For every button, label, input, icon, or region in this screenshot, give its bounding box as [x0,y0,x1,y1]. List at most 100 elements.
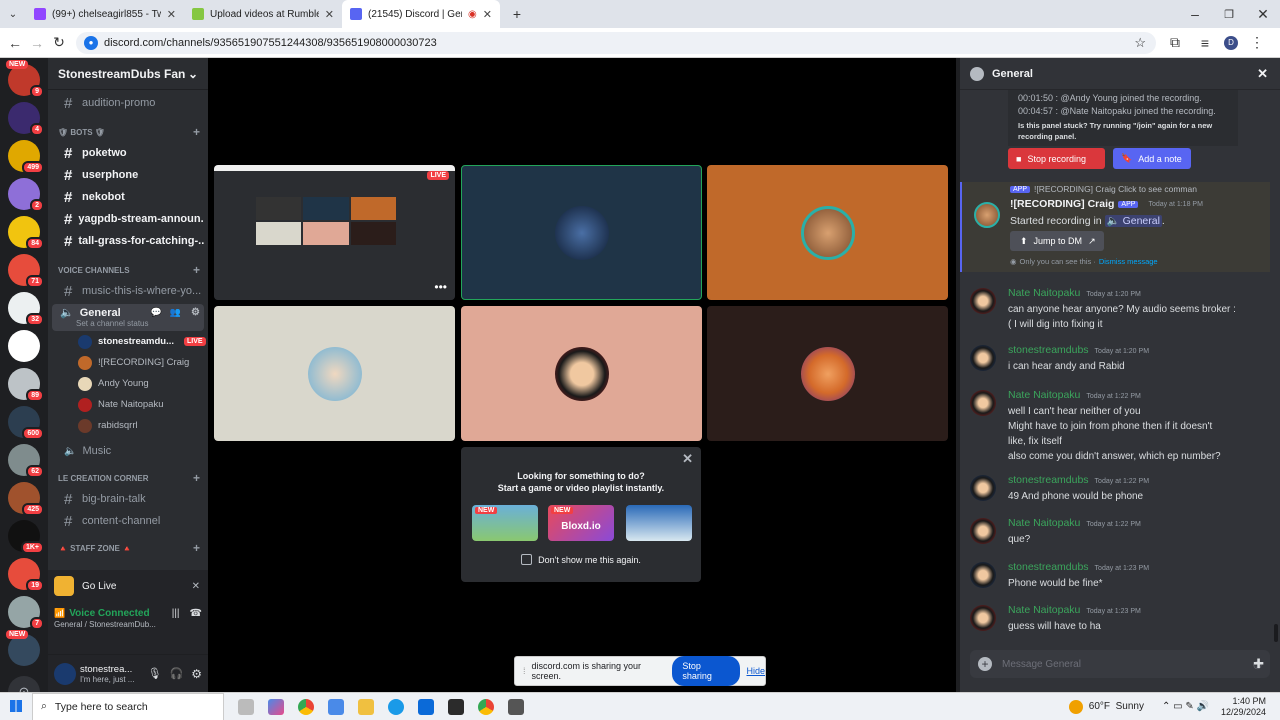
server-icon[interactable]: 499 [8,140,44,174]
store-icon[interactable] [328,698,344,715]
avatar[interactable] [970,562,996,588]
apps-icon[interactable]: ✚ [1253,656,1264,672]
avatar[interactable] [970,288,996,314]
edge-icon[interactable] [388,698,404,715]
forward-icon[interactable]: → [26,35,48,51]
participant-tile[interactable] [707,165,948,300]
media-icon[interactable]: ≡ [1194,35,1216,51]
task-view-icon[interactable] [238,698,254,715]
voice-channel-general[interactable]: 🔈 General 💬 👥 ⚙ Set a channel status [52,304,204,331]
hide-button[interactable]: Hide [746,666,765,676]
server-icon[interactable]: 62 [8,444,44,478]
extensions-icon[interactable]: ⧉ [1164,34,1186,51]
windows-start-icon[interactable] [10,700,22,712]
server-icon[interactable] [8,330,40,362]
maximize-icon[interactable]: ❐ [1212,8,1246,21]
voice-user[interactable]: ![RECORDING] Craig [48,352,208,373]
activity-card-bloxd[interactable]: NEW Bloxd.io [548,505,614,541]
url-field[interactable]: ● discord.com/channels/93565190755124430… [76,31,1156,54]
server-icon[interactable]: 19 [8,558,44,592]
channel-tall-grass[interactable]: # tall-grass-for-catching-... [52,230,204,252]
channel-music-text[interactable]: # music-this-is-where-yo... [52,280,204,302]
reply-line[interactable]: APP ![RECORDING] Craig Click to see comm… [1010,184,1197,194]
voice-user[interactable]: rabidsqrrl [48,415,208,436]
author-name[interactable]: stonestreamdubs [1008,561,1089,573]
chrome-icon[interactable] [478,698,494,715]
invite-icon[interactable]: 👥 [170,307,181,318]
avatar[interactable] [970,345,996,371]
server-icon[interactable]: 425 [8,482,44,516]
disconnect-icon[interactable]: ☎ [190,608,202,619]
new-tab-icon[interactable]: + [506,6,528,22]
author-name[interactable]: Nate Naitopaku [1008,389,1080,401]
chrome-icon[interactable] [298,698,314,715]
close-icon[interactable]: ✕ [483,8,492,21]
channel-mention[interactable]: 🔈 General [1104,215,1162,227]
tray-icons[interactable]: ⌃ ▭ ✎ 🔊 [1162,701,1209,712]
voice-channel-music[interactable]: 🔈 Music [52,440,204,462]
gear-icon[interactable]: ⚙ [191,667,202,681]
taskbar-search[interactable]: ⌕ Type here to search [32,692,224,720]
minimize-icon[interactable]: – [1178,6,1212,22]
add-attachment-icon[interactable]: + [978,657,992,671]
participant-tile[interactable] [214,306,455,441]
dismiss-link[interactable]: Dismiss message [1099,257,1158,266]
clock[interactable]: 1:40 PM 12/29/2024 [1221,696,1266,718]
voice-user[interactable]: Nate Naitopaku [48,394,208,415]
copilot-icon[interactable] [268,698,284,715]
avatar[interactable] [54,662,76,685]
server-icon[interactable]: 71 [8,254,44,288]
category-creation[interactable]: LE CREATION CORNER + [48,468,208,488]
activity-card[interactable] [626,505,692,541]
server-header[interactable]: StonestreamDubs Fan Di... ⌄ [48,58,208,90]
discover-icon[interactable]: ⊙ [8,676,40,692]
add-channel-icon[interactable]: + [193,263,200,277]
server-icon[interactable]: 7 [8,596,44,630]
back-icon[interactable]: ← [4,35,26,51]
author-name[interactable]: ![RECORDING] Craig [1010,198,1114,210]
author-name[interactable]: Nate Naitopaku [1008,604,1080,616]
go-live-bar[interactable]: Go Live ✕ [48,570,208,602]
browser-tab-rumble[interactable]: Upload videos at Rumble ✕ [184,0,342,28]
author-name[interactable]: stonestreamdubs [1008,344,1089,356]
server-icon[interactable]: 32 [8,292,44,326]
profile-avatar[interactable]: D [1224,35,1238,50]
channel-nekobot[interactable]: # nekobot [52,186,204,208]
message-composer[interactable]: + Message General ☺ [970,650,1270,678]
category-voice[interactable]: VOICE CHANNELS + [48,260,208,280]
browser-tab-discord[interactable]: (21545) Discord | General | ◉ ✕ [342,0,500,28]
voice-user[interactable]: Andy Young [48,373,208,394]
close-icon[interactable]: ✕ [325,8,334,21]
more-icon[interactable]: ••• [434,280,447,294]
author-name[interactable]: stonestreamdubs [1008,474,1089,486]
mic-icon[interactable]: 🎙 [148,667,162,680]
author-name[interactable]: Nate Naitopaku [1008,287,1080,299]
author-name[interactable]: Nate Naitopaku [1008,517,1080,529]
channel-big-brain-talk[interactable]: # big-brain-talk [52,488,204,510]
channel-content-channel[interactable]: # content-channel [52,510,204,532]
server-icon[interactable]: NEW 9 [6,60,44,98]
tab-list-icon[interactable]: ⌄ [0,9,26,20]
channel-status[interactable]: Set a channel status [76,319,204,328]
reload-icon[interactable]: ↻ [48,34,70,51]
channel-poketwo[interactable]: # poketwo [52,142,204,164]
avatar[interactable] [970,605,996,631]
message-input[interactable]: Message General [1002,659,1241,670]
category-staff[interactable]: 🔺 STAFF ZONE 🔺 + [48,538,208,558]
headphones-icon[interactable]: 🎧 [170,667,184,680]
activity-card[interactable]: NEW [472,505,538,541]
server-icon[interactable]: 89 [8,368,44,402]
voice-user[interactable]: stonestreamdu... LIVE [48,331,208,352]
avatar[interactable] [970,390,996,416]
participant-tile[interactable] [707,306,948,441]
add-note-button[interactable]: 🔖 Add a note [1113,148,1191,169]
app-icon[interactable] [508,698,524,715]
stream-tile[interactable]: LIVE ••• [214,165,455,300]
category-bots[interactable]: 🛡 BOTS 🛡 + [48,122,208,142]
avatar[interactable] [970,518,996,544]
participant-tile[interactable] [461,306,702,441]
server-icon[interactable]: 1K+ [8,520,44,554]
bookmark-star-icon[interactable]: ☆ [1134,35,1146,51]
server-icon[interactable]: 4 [8,102,44,136]
app-icon[interactable] [448,698,464,715]
